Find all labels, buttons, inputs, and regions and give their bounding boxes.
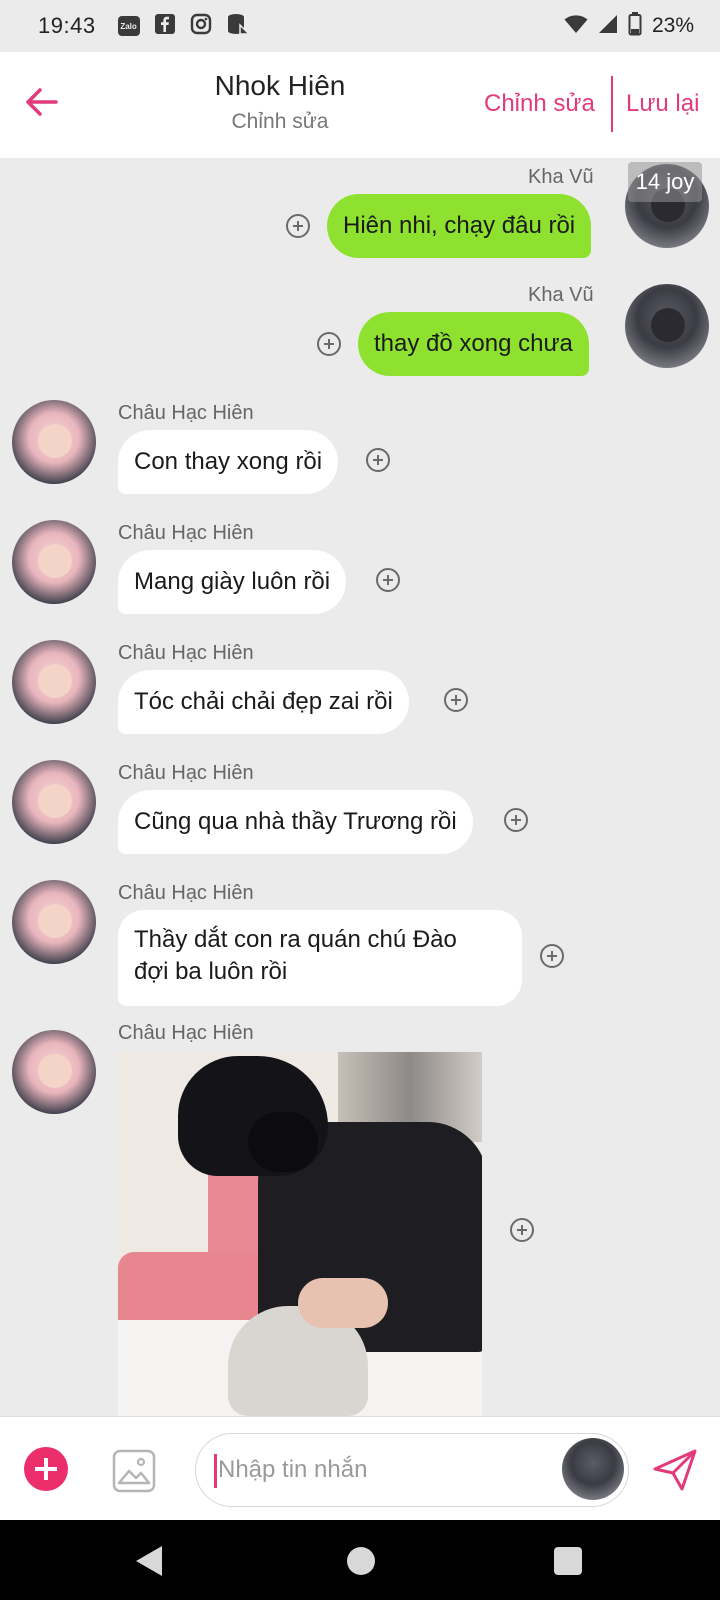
message-bubble[interactable]: Tóc chải chải đẹp zai rồi: [118, 670, 409, 734]
message-list[interactable]: Kha Vũ Hiên nhi, chạy đâu rồi 14 joy Kha…: [0, 158, 720, 1416]
nav-recents-icon[interactable]: [554, 1547, 582, 1575]
sticker-avatar-icon[interactable]: [562, 1438, 624, 1500]
status-time: 19:43: [38, 13, 96, 38]
message-text: thay đồ xong chưa: [374, 330, 573, 357]
text-cursor: [214, 1454, 217, 1488]
signal-icon: [598, 14, 618, 39]
message-text: Tóc chải chải đẹp zai rồi: [134, 688, 393, 715]
composer-bar: Nhập tin nhắn: [0, 1416, 720, 1520]
zalo-icon: Zalo: [117, 16, 140, 36]
edit-button[interactable]: Chỉnh sửa: [484, 90, 595, 118]
add-reaction-icon[interactable]: [286, 214, 310, 238]
instagram-icon: [190, 13, 212, 40]
image-icon[interactable]: [112, 1449, 156, 1493]
message-text: Cũng qua nhà thầy Trương rồi: [134, 808, 457, 835]
page-subtitle: Chỉnh sửa: [231, 110, 329, 133]
avatar[interactable]: [12, 520, 96, 604]
message-bubble[interactable]: Hiên nhi, chạy đâu rồi: [327, 194, 592, 258]
header-divider: [611, 76, 613, 132]
system-indicators: 23%: [564, 11, 694, 41]
sender-name: Châu Hạc Hiên: [118, 642, 254, 664]
nav-back-icon[interactable]: [136, 1546, 162, 1576]
sender-name: Châu Hạc Hiên: [118, 762, 254, 784]
add-button[interactable]: [24, 1447, 68, 1491]
chat-header: Nhok Hiên Chỉnh sửa Chỉnh sửa Lưu lại: [0, 52, 720, 158]
title-block: Nhok Hiên Chỉnh sửa: [0, 70, 560, 134]
message-bubble[interactable]: Cũng qua nhà thầy Trương rồi: [118, 790, 473, 854]
message-text: Mang giày luôn rồi: [134, 568, 331, 595]
sender-name: Kha Vũ: [528, 284, 594, 306]
message-bubble[interactable]: thay đồ xong chưa: [358, 312, 589, 376]
sender-name: Châu Hạc Hiên: [118, 1022, 254, 1044]
add-reaction-icon[interactable]: [444, 688, 468, 712]
database-icon: [226, 13, 251, 40]
avatar[interactable]: [12, 640, 96, 724]
reaction-badge: 14 joy: [628, 162, 702, 202]
add-reaction-icon[interactable]: [376, 568, 400, 592]
message-text-line: Thầy dắt con ra quán chú Đào: [134, 926, 457, 953]
avatar[interactable]: [12, 400, 96, 484]
system-nav-bar: [0, 1520, 720, 1600]
photo-message[interactable]: [118, 1052, 482, 1416]
avatar[interactable]: [12, 760, 96, 844]
nav-home-icon[interactable]: [347, 1547, 375, 1575]
message-bubble[interactable]: Thầy dắt con ra quán chú Đào đợi ba luôn…: [118, 910, 522, 1006]
sender-name: Châu Hạc Hiên: [118, 402, 254, 424]
message-text-line: đợi ba luôn rồi: [134, 958, 288, 985]
message-bubble[interactable]: Con thay xong rồi: [118, 430, 339, 494]
avatar[interactable]: [625, 284, 709, 368]
page-title: Nhok Hiên: [214, 70, 346, 101]
facebook-icon: [154, 13, 176, 40]
message-text: Con thay xong rồi: [134, 448, 323, 475]
add-reaction-icon[interactable]: [510, 1218, 534, 1242]
add-reaction-icon[interactable]: [504, 808, 528, 832]
add-reaction-icon[interactable]: [317, 332, 341, 356]
sender-name: Châu Hạc Hiên: [118, 522, 254, 544]
avatar[interactable]: [12, 1030, 96, 1114]
avatar[interactable]: [12, 880, 96, 964]
message-text: Hiên nhi, chạy đâu rồi: [343, 212, 576, 239]
message-input-placeholder: Nhập tin nhắn: [218, 1456, 368, 1483]
save-button[interactable]: Lưu lại: [626, 90, 699, 118]
status-bar: 19:43 Zalo 23%: [0, 0, 720, 52]
sender-name: Châu Hạc Hiên: [118, 882, 254, 904]
wifi-icon: [564, 14, 588, 39]
sender-name: Kha Vũ: [528, 166, 594, 188]
message-bubble[interactable]: Mang giày luôn rồi: [118, 550, 347, 614]
battery-percent: 23%: [651, 14, 694, 37]
battery-icon: [628, 11, 642, 41]
message-input[interactable]: Nhập tin nhắn: [195, 1433, 629, 1507]
send-icon[interactable]: [652, 1447, 698, 1493]
add-reaction-icon[interactable]: [540, 944, 564, 968]
add-reaction-icon[interactable]: [366, 448, 390, 472]
notification-icons: Zalo: [117, 13, 251, 40]
